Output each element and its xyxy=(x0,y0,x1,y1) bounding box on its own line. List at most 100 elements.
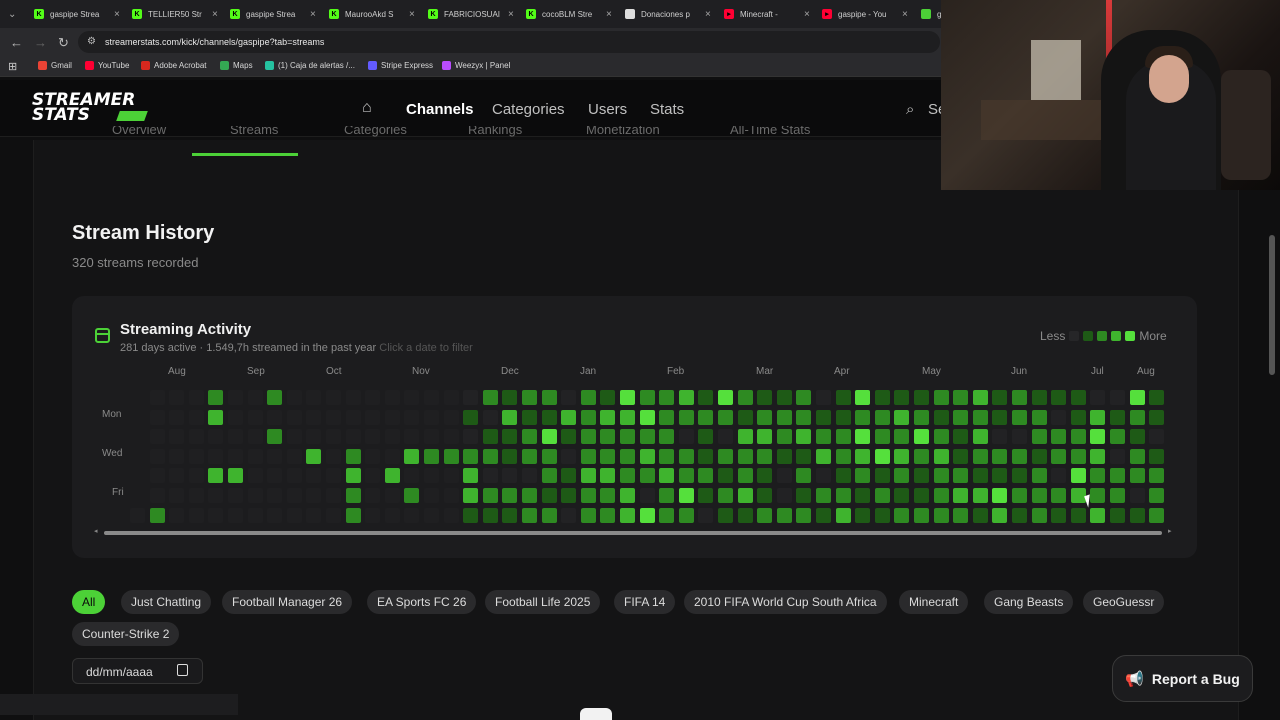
heatmap-day-cell[interactable] xyxy=(835,390,851,405)
heatmap-day-cell[interactable] xyxy=(1051,409,1067,425)
heatmap-day-cell[interactable] xyxy=(914,409,929,425)
heatmap-day-cell[interactable] xyxy=(326,390,341,405)
heatmap-day-cell[interactable] xyxy=(424,429,439,445)
close-icon[interactable]: × xyxy=(705,9,711,20)
heatmap-day-cell[interactable] xyxy=(188,468,204,484)
heatmap-day-cell[interactable] xyxy=(169,507,185,523)
activity-heatmap[interactable]: Aug Sep Oct Nov Dec Jan Feb Mar Apr May Jun Jul Aug M… xyxy=(80,362,1190,537)
heatmap-day-cell[interactable] xyxy=(639,448,655,464)
heatmap-day-cell[interactable] xyxy=(796,390,812,405)
heatmap-day-cell[interactable] xyxy=(620,468,635,484)
heatmap-day-cell[interactable] xyxy=(620,409,635,425)
heatmap-day-cell[interactable] xyxy=(188,390,204,405)
heatmap-day-cell[interactable] xyxy=(522,390,537,405)
heatmap-day-cell[interactable] xyxy=(620,488,635,503)
browser-tab[interactable]: K MaurooAkd S × xyxy=(323,3,421,25)
heatmap-day-cell[interactable] xyxy=(776,488,792,503)
heatmap-day-cell[interactable] xyxy=(541,429,557,445)
heatmap-day-cell[interactable] xyxy=(541,488,557,503)
heatmap-day-cell[interactable] xyxy=(639,468,655,484)
heatmap-day-cell[interactable] xyxy=(953,409,969,425)
heatmap-day-cell[interactable] xyxy=(188,409,204,425)
heatmap-day-cell[interactable] xyxy=(620,448,635,464)
heatmap-day-cell[interactable] xyxy=(1149,448,1165,464)
heatmap-day-cell[interactable] xyxy=(600,409,616,425)
heatmap-day-cell[interactable] xyxy=(1090,390,1106,405)
heatmap-day-cell[interactable] xyxy=(149,409,165,425)
heatmap-day-cell[interactable] xyxy=(972,488,988,503)
heatmap-day-cell[interactable] xyxy=(776,507,792,523)
heatmap-day-cell[interactable] xyxy=(914,507,929,523)
nav-stats-front[interactable]: Stats xyxy=(650,101,684,118)
heatmap-day-cell[interactable] xyxy=(914,429,929,445)
bookmark-item[interactable]: YouTube xyxy=(85,61,129,70)
heatmap-day-cell[interactable] xyxy=(757,468,773,484)
heatmap-day-cell[interactable] xyxy=(678,488,694,503)
heatmap-day-cell[interactable] xyxy=(1110,409,1125,425)
heatmap-day-cell[interactable] xyxy=(286,448,302,464)
heatmap-day-cell[interactable] xyxy=(522,409,537,425)
heatmap-day-cell[interactable] xyxy=(443,507,459,523)
heatmap-day-cell[interactable] xyxy=(1149,429,1165,445)
heatmap-day-cell[interactable] xyxy=(365,507,381,523)
heatmap-day-cell[interactable] xyxy=(404,409,420,425)
heatmap-day-cell[interactable] xyxy=(345,507,361,523)
heatmap-day-cell[interactable] xyxy=(874,390,890,405)
heatmap-day-cell[interactable] xyxy=(953,448,969,464)
heatmap-day-cell[interactable] xyxy=(169,468,185,484)
browser-tab[interactable]: K TELLIER50 Str × xyxy=(126,3,224,25)
heatmap-day-cell[interactable] xyxy=(933,468,949,484)
filter-chip[interactable]: All xyxy=(72,590,106,614)
filter-chip[interactable]: FIFA 14 xyxy=(614,590,676,614)
heatmap-day-cell[interactable] xyxy=(384,448,400,464)
heatmap-day-cell[interactable] xyxy=(463,409,479,425)
heatmap-day-cell[interactable] xyxy=(365,488,381,503)
filter-chip[interactable]: GeoGuessr xyxy=(1083,590,1165,614)
close-icon[interactable]: × xyxy=(804,9,810,20)
heatmap-day-cell[interactable] xyxy=(326,488,341,503)
heatmap-day-cell[interactable] xyxy=(1090,409,1106,425)
heatmap-day-cell[interactable] xyxy=(502,468,518,484)
heatmap-day-cell[interactable] xyxy=(365,390,381,405)
heatmap-day-cell[interactable] xyxy=(443,468,459,484)
heatmap-day-cell[interactable] xyxy=(796,448,812,464)
heatmap-day-cell[interactable] xyxy=(502,488,518,503)
nav-categories-front[interactable]: Categories xyxy=(492,101,565,118)
heatmap-day-cell[interactable] xyxy=(600,468,616,484)
heatmap-day-cell[interactable] xyxy=(855,409,871,425)
heatmap-day-cell[interactable] xyxy=(580,507,596,523)
heatmap-day-cell[interactable] xyxy=(306,409,322,425)
heatmap-day-cell[interactable] xyxy=(1070,448,1086,464)
heatmap-day-cell[interactable] xyxy=(855,429,871,445)
heatmap-day-cell[interactable] xyxy=(894,507,910,523)
heatmap-day-cell[interactable] xyxy=(659,429,675,445)
heatmap-day-cell[interactable] xyxy=(404,468,420,484)
heatmap-day-cell[interactable] xyxy=(463,507,479,523)
heatmap-day-cell[interactable] xyxy=(326,507,341,523)
heatmap-day-cell[interactable] xyxy=(149,488,165,503)
heatmap-day-cell[interactable] xyxy=(228,507,243,523)
heatmap-day-cell[interactable] xyxy=(1012,468,1027,484)
filter-chip[interactable]: Gang Beasts xyxy=(984,590,1074,614)
heatmap-day-cell[interactable] xyxy=(992,409,1008,425)
heatmap-day-cell[interactable] xyxy=(443,429,459,445)
heatmap-day-cell[interactable] xyxy=(306,507,322,523)
heatmap-day-cell[interactable] xyxy=(992,468,1008,484)
heatmap-day-cell[interactable] xyxy=(482,448,498,464)
report-bug-button[interactable]: 📢 Report a Bug xyxy=(1112,655,1253,702)
heatmap-day-cell[interactable] xyxy=(561,448,577,464)
filter-chip[interactable]: EA Sports FC 26 xyxy=(367,590,477,614)
heatmap-day-cell[interactable] xyxy=(522,429,537,445)
nav-users-front[interactable]: Users xyxy=(588,101,627,118)
heatmap-day-cell[interactable] xyxy=(208,409,224,425)
heatmap-day-cell[interactable] xyxy=(188,507,204,523)
bookmark-item[interactable]: Weezyx | Panel xyxy=(442,61,510,70)
heatmap-day-cell[interactable] xyxy=(972,409,988,425)
heatmap-day-cell[interactable] xyxy=(992,448,1008,464)
close-icon[interactable]: × xyxy=(902,9,908,20)
heatmap-day-cell[interactable] xyxy=(776,390,792,405)
heatmap-day-cell[interactable] xyxy=(914,448,929,464)
heatmap-day-cell[interactable] xyxy=(737,507,753,523)
heatmap-day-cell[interactable] xyxy=(580,488,596,503)
heatmap-day-cell[interactable] xyxy=(365,448,381,464)
